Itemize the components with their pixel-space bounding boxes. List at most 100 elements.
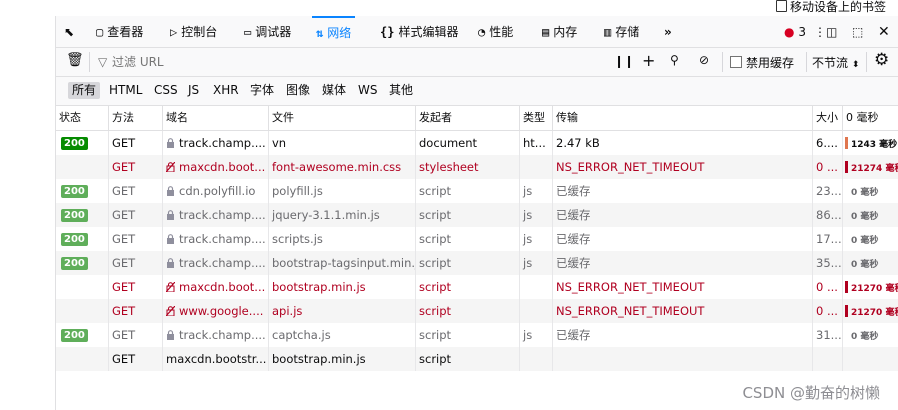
cell-initiator: script (415, 203, 519, 227)
table-row[interactable]: GET maxcdn.boot... font-awesome.min.css sty… (56, 155, 898, 179)
responsive-icon[interactable]: ⬚ (852, 16, 863, 47)
filter-fonts[interactable]: 字体 (246, 82, 278, 99)
table-row[interactable]: 200 GET track.champ.... scripts.js script js 已… (56, 227, 898, 251)
col-domain[interactable]: 域名 (162, 106, 268, 130)
domain-text: www.google.... (179, 304, 264, 318)
mobile-bookmarks[interactable]: 移动设备上的书签 (775, 0, 886, 14)
cell-status (56, 299, 108, 323)
timing-label: 21270 毫秒 (851, 284, 898, 294)
add-icon[interactable]: + (642, 51, 655, 70)
table-row[interactable]: 200 GET track.champ.... captcha.js script js 已… (56, 323, 898, 347)
cell-type (519, 275, 552, 299)
debugger-icon: ▭ (244, 25, 252, 39)
cell-status: 200 (56, 179, 108, 203)
cell-transferred: NS_ERROR_NET_TIMEOUT (552, 275, 812, 299)
timing-label: 0 毫秒 (851, 332, 879, 342)
cell-time: 21270 毫秒 (842, 275, 898, 299)
filter-images[interactable]: 图像 (282, 82, 314, 99)
filter-html[interactable]: HTML (105, 82, 146, 99)
col-initiator[interactable]: 发起者 (415, 106, 519, 130)
domain-text: track.champ.... (179, 136, 266, 150)
timing-bar (845, 257, 848, 269)
error-indicator[interactable]: ● 3 (784, 16, 806, 47)
cell-initiator: script (415, 227, 519, 251)
table-row[interactable]: GET maxcdn.bootstr... bootstrap.min.js scri… (56, 347, 898, 371)
tab-inspector[interactable]: ▢ 查看器 (96, 16, 143, 47)
filter-all[interactable]: 所有 (68, 82, 101, 99)
table-row[interactable]: GET www.google.... api.js script NS_ERROR_NE… (56, 299, 898, 323)
close-icon[interactable]: ✕ (878, 16, 890, 47)
table-row[interactable]: 200 GET track.champ.... jquery-3.1.1.min.js… (56, 203, 898, 227)
filter-url-input[interactable] (110, 52, 594, 72)
col-timeline[interactable]: 0 毫秒 (842, 106, 898, 130)
trash-icon[interactable]: 🗑 (66, 52, 84, 68)
filter-xhr[interactable]: XHR (209, 82, 243, 99)
cell-file: bootstrap.min.js (268, 275, 415, 299)
filter-js[interactable]: JS (184, 82, 203, 99)
search-icon[interactable]: ⚲ (670, 53, 679, 67)
style-editor-icon: {} (380, 25, 395, 39)
col-method[interactable]: 方法 (108, 106, 162, 130)
cell-method: GET (108, 251, 162, 275)
col-size[interactable]: 大小 (812, 106, 842, 130)
timing-label: 0 毫秒 (851, 260, 879, 270)
cell-domain: track.champ.... (162, 251, 268, 275)
cell-domain: track.champ.... (162, 131, 268, 155)
filter-ws[interactable]: WS (354, 82, 381, 99)
cell-method: GET (108, 155, 162, 179)
memory-icon: ▤ (542, 25, 550, 39)
cell-time: 0 毫秒 (842, 203, 898, 227)
col-status[interactable]: 状态 (56, 106, 108, 130)
pause-icon[interactable]: ❙❙ (614, 54, 634, 68)
domain-text: maxcdn.bootstr... (166, 352, 267, 366)
cell-method: GET (108, 275, 162, 299)
cell-domain: track.champ.... (162, 323, 268, 347)
col-file[interactable]: 文件 (268, 106, 415, 130)
options-icon[interactable]: ⋮ (814, 16, 826, 47)
tab-memory[interactable]: ▤ 内存 (542, 16, 577, 47)
divider (806, 52, 807, 72)
tab-debugger[interactable]: ▭ 调试器 (244, 16, 291, 47)
tab-storage[interactable]: ▥ 存储 (604, 16, 639, 47)
gear-icon[interactable]: ⚙ (874, 50, 889, 70)
block-icon[interactable]: ⊘ (699, 53, 709, 67)
throttle-select[interactable]: 不节流 ⬍ (812, 54, 859, 71)
cell-domain: cdn.polyfill.io (162, 179, 268, 203)
table-row[interactable]: GET maxcdn.boot... bootstrap.min.js script N… (56, 275, 898, 299)
status-badge: 200 (61, 233, 88, 246)
console-icon: ▷ (170, 25, 178, 39)
table-row[interactable]: 200 GET track.champ.... vn document ht... 2.47… (56, 131, 898, 155)
tab-performance[interactable]: ◔ 性能 (478, 16, 513, 47)
timing-bar (845, 137, 848, 149)
filter-css[interactable]: CSS (150, 82, 182, 99)
table-row[interactable]: 200 GET track.champ.... bootstrap-tagsinput… (56, 251, 898, 275)
tab-style-editor[interactable]: {} 样式编辑器 (380, 16, 458, 47)
cell-size: 0 ... (812, 155, 842, 179)
cell-size: 23.... (812, 179, 842, 203)
col-type[interactable]: 类型 (519, 106, 552, 130)
cell-status: 200 (56, 131, 108, 155)
element-picker-icon[interactable]: ⬉ (64, 16, 74, 47)
disable-cache-checkbox[interactable] (730, 56, 742, 68)
filter-other[interactable]: 其他 (385, 82, 417, 99)
domain-text: track.champ.... (179, 208, 266, 222)
cell-size (812, 347, 842, 371)
lock-icon (167, 330, 174, 340)
cell-initiator: script (415, 323, 519, 347)
cell-transferred (552, 347, 812, 371)
cell-time: 21270 毫秒 (842, 299, 898, 323)
dock-icon[interactable]: ◫ (826, 16, 837, 47)
disable-cache-label: 禁用缓存 (746, 56, 795, 70)
tab-console[interactable]: ▷ 控制台 (170, 16, 217, 47)
col-transferred[interactable]: 传输 (552, 106, 812, 130)
cell-transferred: NS_ERROR_NET_TIMEOUT (552, 299, 812, 323)
more-tabs-icon[interactable]: » (664, 16, 672, 47)
table-row[interactable]: 200 GET cdn.polyfill.io polyfill.js script js… (56, 179, 898, 203)
cell-method: GET (108, 179, 162, 203)
timing-label: 21270 毫秒 (851, 308, 898, 318)
cell-time: 21274 毫秒 (842, 155, 898, 179)
filter-media[interactable]: 媒体 (318, 82, 350, 99)
tab-network[interactable]: ⇅ 网络 (312, 16, 356, 49)
domain-text: track.champ.... (179, 328, 266, 342)
cell-size: 0 ... (812, 299, 842, 323)
